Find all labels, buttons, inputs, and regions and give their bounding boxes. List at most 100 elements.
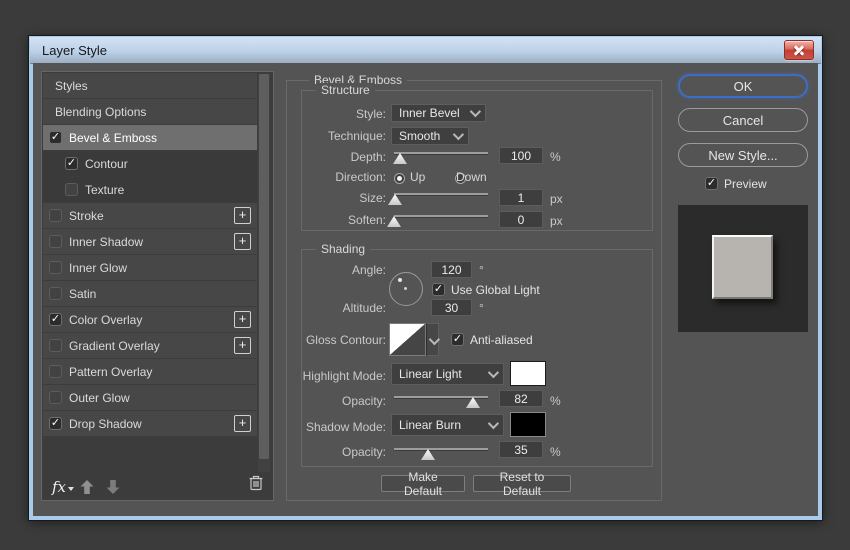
shadow-opacity-unit: % (550, 445, 561, 459)
angle-input[interactable] (431, 261, 472, 278)
effect-checkbox[interactable]: ✓ (65, 157, 78, 170)
altitude-label: Altitude: (342, 301, 386, 315)
anti-aliased-checkbox[interactable]: ✓ (451, 333, 464, 346)
shadow-opacity-input[interactable] (499, 441, 543, 458)
highlight-opacity-input[interactable] (499, 390, 543, 407)
direction-label: Direction: (335, 170, 386, 184)
slider-thumb[interactable] (466, 397, 480, 408)
slider-thumb[interactable] (393, 153, 407, 164)
effect-checkbox[interactable] (49, 209, 62, 222)
slider-thumb[interactable] (421, 449, 435, 460)
add-effect-button[interactable]: + (234, 337, 251, 354)
new-style-button[interactable]: New Style... (678, 143, 808, 167)
fx-menu-button[interactable]: fx (52, 480, 74, 495)
altitude-input[interactable] (431, 299, 472, 316)
style-label: Style: (355, 107, 386, 121)
cancel-button[interactable]: Cancel (678, 108, 808, 132)
shadow-opacity-slider[interactable] (391, 441, 491, 460)
sidebar-item-satin[interactable]: Satin (43, 281, 257, 306)
add-effect-button[interactable]: + (234, 415, 251, 432)
soften-input[interactable] (499, 211, 543, 228)
make-default-button[interactable]: Make Default (381, 470, 465, 498)
use-global-light-checkbox[interactable]: ✓ (432, 283, 445, 296)
sidebar-item-color-overlay[interactable]: ✓ Color Overlay + (43, 307, 257, 332)
soften-slider[interactable] (387, 208, 491, 227)
slider-thumb[interactable] (388, 194, 402, 205)
shading-title: Shading (316, 242, 371, 256)
highlight-mode-select[interactable]: Linear Light (391, 363, 504, 385)
sidebar-item-texture[interactable]: Texture (43, 177, 257, 202)
highlight-opacity-slider[interactable] (391, 389, 491, 408)
highlight-color-swatch[interactable] (510, 361, 546, 386)
angle-label: Angle: (351, 263, 386, 277)
sidebar-item-bevel-emboss[interactable]: ✓ Bevel & Emboss (43, 125, 257, 150)
effect-checkbox[interactable] (49, 261, 62, 274)
reset-to-default-button[interactable]: Reset to Default (473, 470, 571, 498)
sidebar-item-label: Contour (85, 156, 128, 171)
soften-unit: px (550, 214, 563, 228)
title-bar[interactable]: Layer Style (30, 37, 821, 64)
effect-checkbox[interactable] (49, 339, 62, 352)
sidebar-item-pattern-overlay[interactable]: Pattern Overlay (43, 359, 257, 384)
angle-marker (398, 278, 402, 282)
size-unit: px (550, 192, 563, 206)
effect-checkbox[interactable]: ✓ (49, 313, 62, 326)
sidebar-item-label: Styles (55, 78, 88, 93)
sidebar-item-label: Gradient Overlay (69, 338, 160, 353)
effect-checkbox[interactable] (49, 365, 62, 378)
scrollbar-thumb[interactable] (259, 74, 269, 459)
angle-dial[interactable] (389, 272, 423, 306)
sidebar-item-outer-glow[interactable]: Outer Glow (43, 385, 257, 410)
sidebar-item-contour[interactable]: ✓ Contour (43, 151, 257, 176)
sidebar-item-label: Pattern Overlay (69, 364, 153, 379)
technique-select[interactable]: Smooth (391, 127, 469, 145)
close-button[interactable] (784, 40, 814, 60)
direction-down-label: Down (456, 170, 487, 184)
depth-slider[interactable] (391, 145, 491, 164)
sidebar-item-stroke[interactable]: Stroke + (43, 203, 257, 228)
effect-checkbox[interactable] (49, 235, 62, 248)
direction-up-label: Up (410, 170, 426, 184)
add-effect-button[interactable]: + (234, 233, 251, 250)
sidebar-item-styles[interactable]: Styles (43, 73, 257, 98)
effect-checkbox[interactable]: ✓ (49, 131, 62, 144)
sidebar-scrollbar[interactable] (258, 74, 270, 472)
gloss-contour-thumbnail[interactable] (389, 323, 426, 356)
delete-effect-icon[interactable] (248, 474, 264, 496)
gloss-contour-dropdown[interactable] (426, 323, 441, 356)
effects-toolbar: fx (42, 472, 273, 500)
preview-checkbox[interactable]: ✓ (705, 177, 718, 190)
chevron-down-icon (428, 333, 441, 346)
shadow-color-swatch[interactable] (510, 412, 546, 437)
add-effect-button[interactable]: + (234, 311, 251, 328)
shadow-opacity-label: Opacity: (341, 445, 386, 459)
shadow-mode-select[interactable]: Linear Burn (391, 414, 504, 436)
sidebar-item-inner-shadow[interactable]: Inner Shadow + (43, 229, 257, 254)
move-down-icon[interactable] (106, 480, 120, 494)
sidebar-item-label: Inner Glow (69, 260, 128, 275)
direction-up-radio[interactable] (394, 173, 405, 184)
size-input[interactable] (499, 189, 543, 206)
sidebar-item-inner-glow[interactable]: Inner Glow (43, 255, 257, 280)
highlight-opacity-unit: % (550, 394, 561, 408)
sidebar-item-label: Drop Shadow (69, 416, 142, 431)
style-select[interactable]: Inner Bevel (391, 104, 486, 122)
sidebar-item-blending-options[interactable]: Blending Options (43, 99, 257, 124)
effect-checkbox[interactable] (49, 391, 62, 404)
effect-checkbox[interactable] (65, 183, 78, 196)
effect-checkbox[interactable] (49, 287, 62, 300)
size-slider[interactable] (388, 186, 491, 205)
style-preview (678, 205, 808, 332)
use-global-light-label: Use Global Light (451, 283, 540, 297)
anti-aliased-label: Anti-aliased (470, 333, 533, 347)
add-effect-button[interactable]: + (234, 207, 251, 224)
ok-button[interactable]: OK (678, 74, 808, 98)
sidebar-item-drop-shadow[interactable]: ✓ Drop Shadow + (43, 411, 257, 436)
sidebar-item-gradient-overlay[interactable]: Gradient Overlay + (43, 333, 257, 358)
layer-style-dialog: Layer Style Styles Blending Options ✓ Bevel… (28, 35, 823, 521)
depth-input[interactable] (499, 147, 543, 164)
effect-checkbox[interactable]: ✓ (49, 417, 62, 430)
altitude-unit: ° (479, 301, 484, 315)
move-up-icon[interactable] (80, 480, 94, 494)
sidebar-item-label: Inner Shadow (69, 234, 144, 249)
